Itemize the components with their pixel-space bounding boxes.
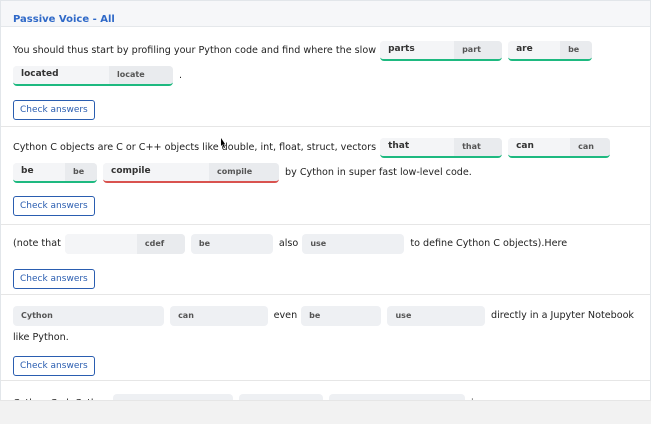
- check-answers-button[interactable]: Check answers: [13, 100, 95, 120]
- answer-gap[interactable]: be: [301, 305, 382, 326]
- answer-gap[interactable]: be be: [13, 162, 97, 183]
- gap-answer[interactable]: compile: [103, 162, 209, 181]
- sentence-text: to define Cython C objects).Here: [410, 238, 568, 249]
- sentence-text: Cython C objects are C or C++ objects li…: [13, 142, 377, 153]
- panel-header: Passive Voice - All: [1, 1, 650, 27]
- check-answers-button[interactable]: Check answers: [13, 196, 95, 216]
- answer-gap[interactable]: cdef: [64, 233, 185, 254]
- gap-hint: use: [302, 233, 405, 254]
- gap-answer[interactable]: that: [380, 137, 455, 156]
- page-footer-strip: [0, 400, 651, 424]
- answer-gap[interactable]: compile compile: [103, 162, 279, 183]
- answer-gap[interactable]: that that: [380, 137, 503, 158]
- gap-hint: be: [560, 40, 593, 59]
- gap-answer[interactable]: be: [13, 162, 65, 181]
- answer-gap[interactable]: are be: [508, 40, 593, 61]
- sentence-text: You should thus start by profiling your …: [13, 45, 377, 56]
- sentence-text: like Python.: [13, 332, 69, 343]
- sentence-text: even: [273, 310, 298, 321]
- sentence-text: .: [179, 70, 183, 81]
- exercise-panel: Passive Voice - All You should thus star…: [0, 0, 651, 400]
- sentence-line: Cython CodeCython code be write in .pyx: [13, 391, 638, 400]
- sentence-text: directly in a Jupyter Notebook: [491, 310, 634, 321]
- gap-hint: use: [387, 305, 486, 326]
- sentence-text: also: [278, 238, 299, 249]
- gap-hint: part: [454, 40, 503, 59]
- gap-hint: that: [454, 137, 503, 156]
- answer-gap[interactable]: located locate: [13, 65, 173, 86]
- exercise-5: Cython CodeCython code be write in .pyx: [1, 381, 650, 400]
- mouse-cursor-icon: [221, 138, 225, 148]
- answer-gap[interactable]: can: [170, 305, 268, 326]
- answer-gap[interactable]: parts part: [380, 40, 503, 61]
- gap-hint: can: [170, 305, 268, 326]
- sentence-text: (note that: [13, 238, 61, 249]
- sentence-line: Cython can even be use directly in a Jup…: [13, 303, 638, 328]
- exercise-2: Cython C objects are C or C++ objects li…: [1, 127, 650, 225]
- gap-hint: Cython: [13, 305, 165, 326]
- exercise-1: You should thus start by profiling your …: [1, 27, 650, 127]
- exercise-3: (note that cdef be also use to define Cy…: [1, 225, 650, 295]
- answer-gap[interactable]: Cython: [13, 305, 165, 326]
- gap-hint: locate: [109, 65, 173, 84]
- exercise-4: Cython can even be use directly in a Jup…: [1, 295, 650, 381]
- gap-hint: be: [65, 162, 97, 181]
- gap-hint: be: [190, 233, 273, 254]
- gap-hint: can: [570, 137, 611, 156]
- sentence-text: by Cython in super fast low-level code.: [285, 167, 472, 178]
- gap-hint: be: [301, 305, 382, 326]
- answer-gap[interactable]: use: [387, 305, 486, 326]
- sentence-line: like Python.: [13, 328, 638, 348]
- sentence-line: (note that cdef be also use to define Cy…: [13, 231, 638, 256]
- gap-answer[interactable]: can: [508, 137, 571, 156]
- page-title: Passive Voice - All: [13, 14, 115, 25]
- answer-gap[interactable]: use: [302, 233, 405, 254]
- sentence-line: You should thus start by profiling your …: [13, 38, 638, 63]
- sentence-line: Cython C objects are C or C++ objects li…: [13, 135, 638, 160]
- sentence-line: located locate .: [13, 63, 638, 88]
- answer-gap[interactable]: be: [190, 233, 273, 254]
- sentence-text: Cython CodeCython: [13, 391, 109, 400]
- gap-hint: compile: [209, 162, 279, 181]
- gap-answer[interactable]: [64, 233, 137, 254]
- check-answers-button[interactable]: Check answers: [13, 269, 95, 289]
- gap-hint: cdef: [136, 233, 185, 254]
- sentence-text: in .pyx: [471, 391, 503, 400]
- gap-answer[interactable]: located: [13, 65, 109, 84]
- sentence-line: be be compile compile by Cython in super…: [13, 160, 638, 185]
- gap-answer[interactable]: parts: [380, 40, 455, 59]
- gap-answer[interactable]: are: [508, 40, 561, 59]
- answer-gap[interactable]: can can: [508, 137, 611, 158]
- check-answers-button[interactable]: Check answers: [13, 356, 95, 376]
